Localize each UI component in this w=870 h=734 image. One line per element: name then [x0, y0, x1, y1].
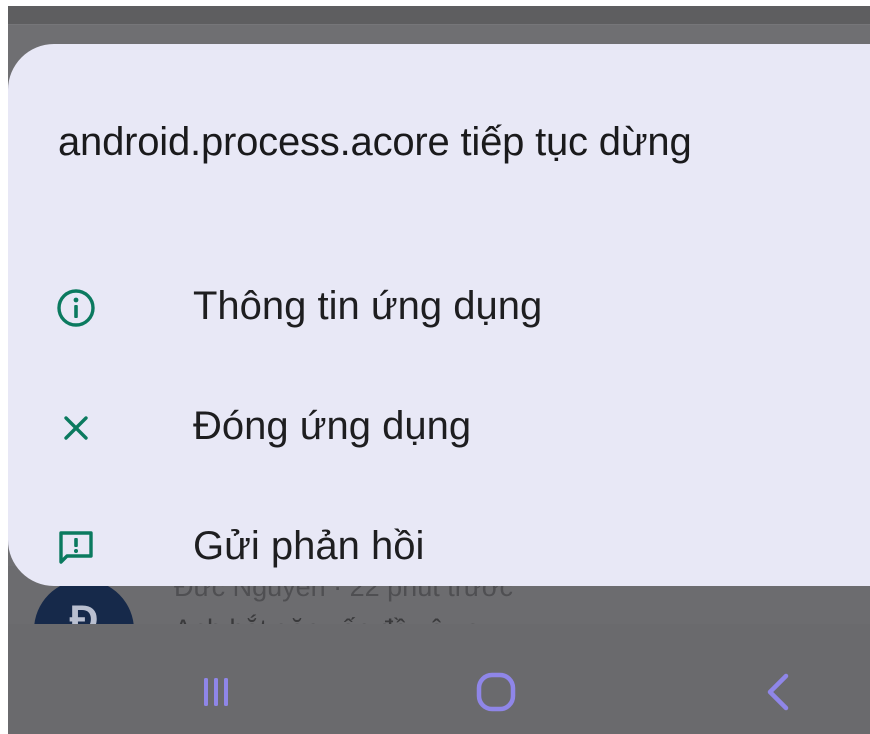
close-app-label: Đóng ứng dụng [193, 404, 472, 448]
home-button[interactable] [466, 664, 526, 724]
navigation-bar [8, 624, 870, 734]
app-crash-dialog: android.process.acore tiếp tục dừng Thôn… [8, 44, 870, 586]
dialog-title: android.process.acore tiếp tục dừng [58, 120, 692, 164]
app-info-label: Thông tin ứng dụng [193, 284, 543, 328]
close-app-option[interactable]: Đóng ứng dụng [8, 378, 870, 478]
recents-icon [196, 672, 236, 717]
home-icon [474, 670, 518, 719]
feedback-icon [54, 526, 98, 570]
close-icon [54, 406, 98, 450]
info-icon [54, 286, 98, 330]
send-feedback-label: Gửi phản hồi [193, 524, 425, 568]
phone-screen: Đ Đức Nguyễn · 22 phút trước Anh bắt gặp… [8, 6, 870, 734]
back-icon [758, 670, 798, 719]
app-info-option[interactable]: Thông tin ứng dụng [8, 258, 870, 358]
status-bar [8, 6, 870, 25]
recents-button[interactable] [186, 664, 246, 724]
send-feedback-option[interactable]: Gửi phản hồi [8, 498, 870, 598]
back-button[interactable] [748, 664, 808, 724]
